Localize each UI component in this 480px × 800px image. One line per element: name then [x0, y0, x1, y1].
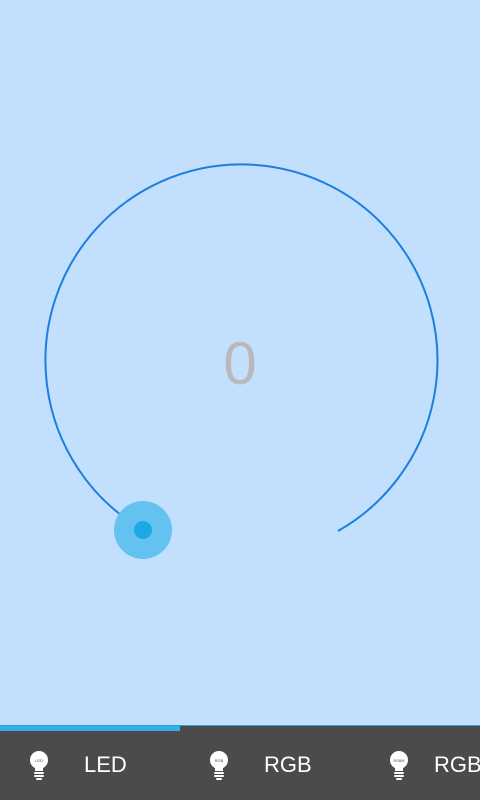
tab-rgbw[interactable]: RGBW RGBW — [360, 726, 480, 800]
tab-rgbw-label: RGBW — [434, 752, 480, 777]
dial-knob-center[interactable] — [134, 521, 152, 539]
tab-rgb-label: RGB — [264, 752, 312, 777]
svg-text:RGB: RGB — [215, 758, 224, 763]
dimmer-screen: 0 LED LED RGB RGB RGBW RG — [0, 0, 480, 800]
tab-led-label: LED — [84, 752, 127, 777]
dial-value: 0 — [223, 330, 257, 397]
bulb-led-icon: LED — [30, 751, 48, 780]
dial-knob[interactable] — [114, 501, 172, 559]
light-type-tabbar: LED LED RGB RGB RGBW RG — [0, 725, 480, 800]
tab-rgb[interactable]: RGB RGB — [180, 726, 360, 800]
tab-led[interactable]: LED LED — [0, 726, 180, 800]
bulb-rgb-icon: RGB — [210, 751, 228, 780]
svg-text:RGBW: RGBW — [394, 759, 406, 763]
svg-text:LED: LED — [35, 758, 43, 763]
bulb-rgbw-icon: RGBW — [390, 751, 408, 780]
